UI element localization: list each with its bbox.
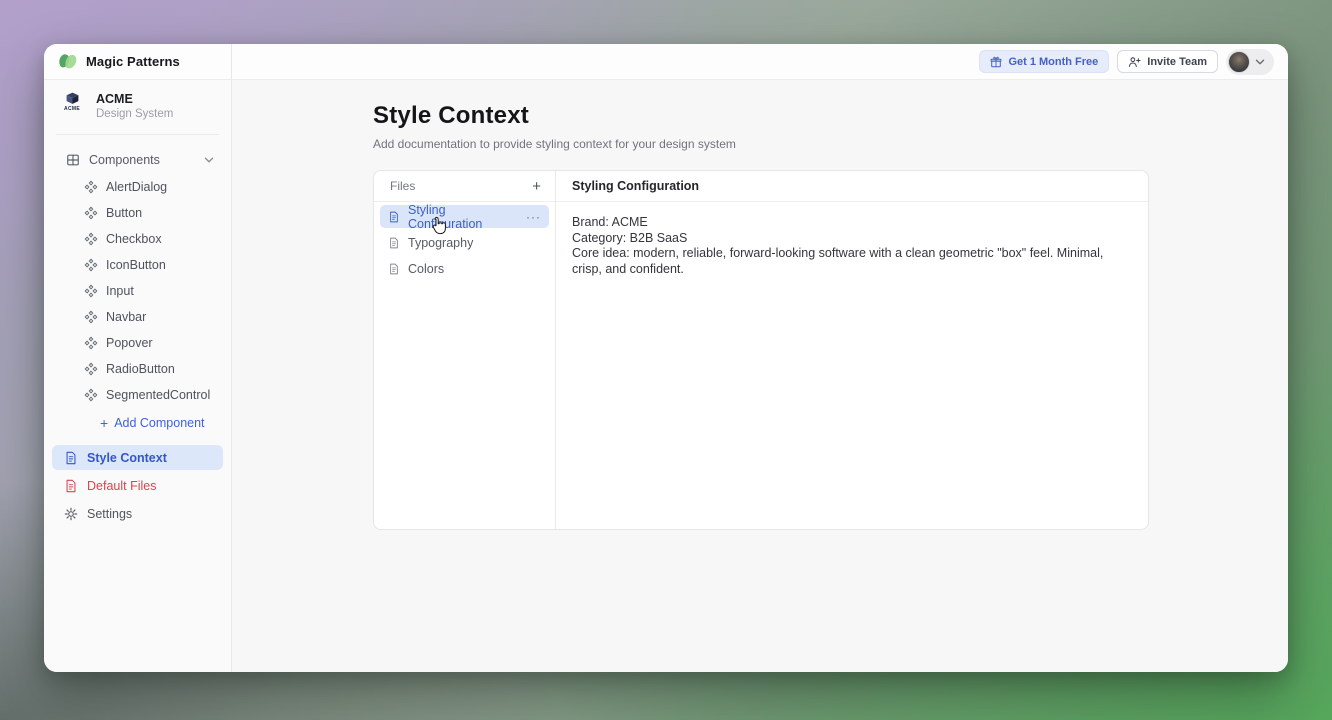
gift-icon xyxy=(990,56,1002,68)
magic-patterns-logo-icon xyxy=(57,52,79,72)
sidebar-divider xyxy=(56,134,219,135)
sidebar-item-segmentedcontrol[interactable]: SegmentedControl xyxy=(44,382,231,408)
chevron-down-icon xyxy=(203,154,215,166)
component-label: Popover xyxy=(106,336,153,350)
file-content[interactable]: Brand: ACME Category: B2B SaaS Core idea… xyxy=(556,202,1148,290)
add-file-button[interactable]: + xyxy=(532,179,541,194)
files-header-label: Files xyxy=(390,179,415,193)
file-more-button[interactable]: ··· xyxy=(526,210,541,224)
org-name: ACME xyxy=(96,92,173,106)
file-row-styling-configuration[interactable]: Styling Configuration ··· xyxy=(380,205,549,228)
sidebar-item-input[interactable]: Input xyxy=(44,278,231,304)
file-label: Colors xyxy=(408,262,541,276)
file-row-typography[interactable]: Typography xyxy=(380,231,549,254)
main-content: Style Context Add documentation to provi… xyxy=(232,80,1288,672)
detail-panel-title: Styling Configuration xyxy=(556,171,1148,202)
invite-button-label: Invite Team xyxy=(1147,56,1207,68)
app-window: Magic Patterns ACME ACME Design System C… xyxy=(44,44,1288,672)
component-icon xyxy=(84,180,98,194)
file-label: Typography xyxy=(408,236,541,250)
sidebar-item-button[interactable]: Button xyxy=(44,200,231,226)
org-avatar: ACME xyxy=(58,92,86,112)
component-icon xyxy=(84,362,98,376)
sidebar: Magic Patterns ACME ACME Design System C… xyxy=(44,44,232,672)
sidebar-section-components[interactable]: Components xyxy=(52,148,223,172)
sidebar-item-radiobutton[interactable]: RadioButton xyxy=(44,356,231,382)
component-icon xyxy=(84,336,98,350)
org-switcher[interactable]: ACME ACME Design System xyxy=(44,80,231,128)
app-logo-label: Magic Patterns xyxy=(86,54,180,69)
add-component-button[interactable]: + Add Component xyxy=(44,410,231,436)
grid-icon xyxy=(66,153,80,167)
style-context-card: Files + Styling Configuration ··· Typogr… xyxy=(373,170,1149,530)
topbar: Get 1 Month Free Invite Team xyxy=(232,44,1288,80)
account-menu[interactable] xyxy=(1226,49,1274,75)
component-icon xyxy=(84,284,98,298)
page-title: Style Context xyxy=(373,102,529,130)
sidebar-item-settings[interactable]: Settings xyxy=(52,501,223,526)
file-row-colors[interactable]: Colors xyxy=(380,257,549,280)
file-label: Styling Configuration xyxy=(408,203,518,231)
org-subtitle: Design System xyxy=(96,108,173,120)
component-label: Input xyxy=(106,284,134,298)
component-label: RadioButton xyxy=(106,362,175,376)
get-month-free-button[interactable]: Get 1 Month Free xyxy=(979,50,1109,73)
document-icon xyxy=(388,237,400,249)
document-icon xyxy=(388,263,400,275)
component-icon xyxy=(84,232,98,246)
acme-cube-icon xyxy=(65,92,80,105)
plus-icon: + xyxy=(100,416,108,430)
sidebar-item-style-context[interactable]: Style Context xyxy=(52,445,223,470)
component-label: IconButton xyxy=(106,258,166,272)
add-component-label: Add Component xyxy=(114,416,204,430)
promo-button-label: Get 1 Month Free xyxy=(1008,56,1098,68)
detail-line-core-idea: Core idea: modern, reliable, forward-loo… xyxy=(572,246,1132,277)
document-icon xyxy=(64,479,78,493)
page-subtitle: Add documentation to provide styling con… xyxy=(373,137,736,151)
components-section-label: Components xyxy=(89,153,160,167)
sidebar-item-popover[interactable]: Popover xyxy=(44,330,231,356)
detail-line-category: Category: B2B SaaS xyxy=(572,231,1132,247)
files-panel: Files + Styling Configuration ··· Typogr… xyxy=(374,171,556,529)
style-context-label: Style Context xyxy=(87,451,167,465)
component-label: AlertDialog xyxy=(106,180,167,194)
sidebar-item-navbar[interactable]: Navbar xyxy=(44,304,231,330)
files-panel-header: Files + xyxy=(374,171,555,202)
document-icon xyxy=(64,451,78,465)
chevron-down-icon xyxy=(1254,56,1266,68)
sidebar-item-alertdialog[interactable]: AlertDialog xyxy=(44,174,231,200)
component-icon xyxy=(84,258,98,272)
desktop-background: { "brand": { "name": "Magic Patterns" },… xyxy=(0,0,1332,720)
sidebar-item-checkbox[interactable]: Checkbox xyxy=(44,226,231,252)
default-files-label: Default Files xyxy=(87,479,156,493)
org-avatar-label: ACME xyxy=(64,106,80,112)
component-icon xyxy=(84,388,98,402)
file-detail-panel: Styling Configuration Brand: ACME Catego… xyxy=(556,171,1148,529)
person-plus-icon xyxy=(1128,56,1141,68)
component-label: Navbar xyxy=(106,310,146,324)
invite-team-button[interactable]: Invite Team xyxy=(1117,50,1218,73)
app-logo[interactable]: Magic Patterns xyxy=(44,44,231,80)
component-label: SegmentedControl xyxy=(106,388,210,402)
settings-label: Settings xyxy=(87,507,132,521)
component-icon xyxy=(84,206,98,220)
detail-line-brand: Brand: ACME xyxy=(572,215,1132,231)
component-label: Button xyxy=(106,206,142,220)
sidebar-item-default-files[interactable]: Default Files xyxy=(52,473,223,498)
gear-icon xyxy=(64,507,78,521)
component-icon xyxy=(84,310,98,324)
component-label: Checkbox xyxy=(106,232,162,246)
document-icon xyxy=(388,211,400,223)
sidebar-item-iconbutton[interactable]: IconButton xyxy=(44,252,231,278)
avatar xyxy=(1228,51,1250,73)
